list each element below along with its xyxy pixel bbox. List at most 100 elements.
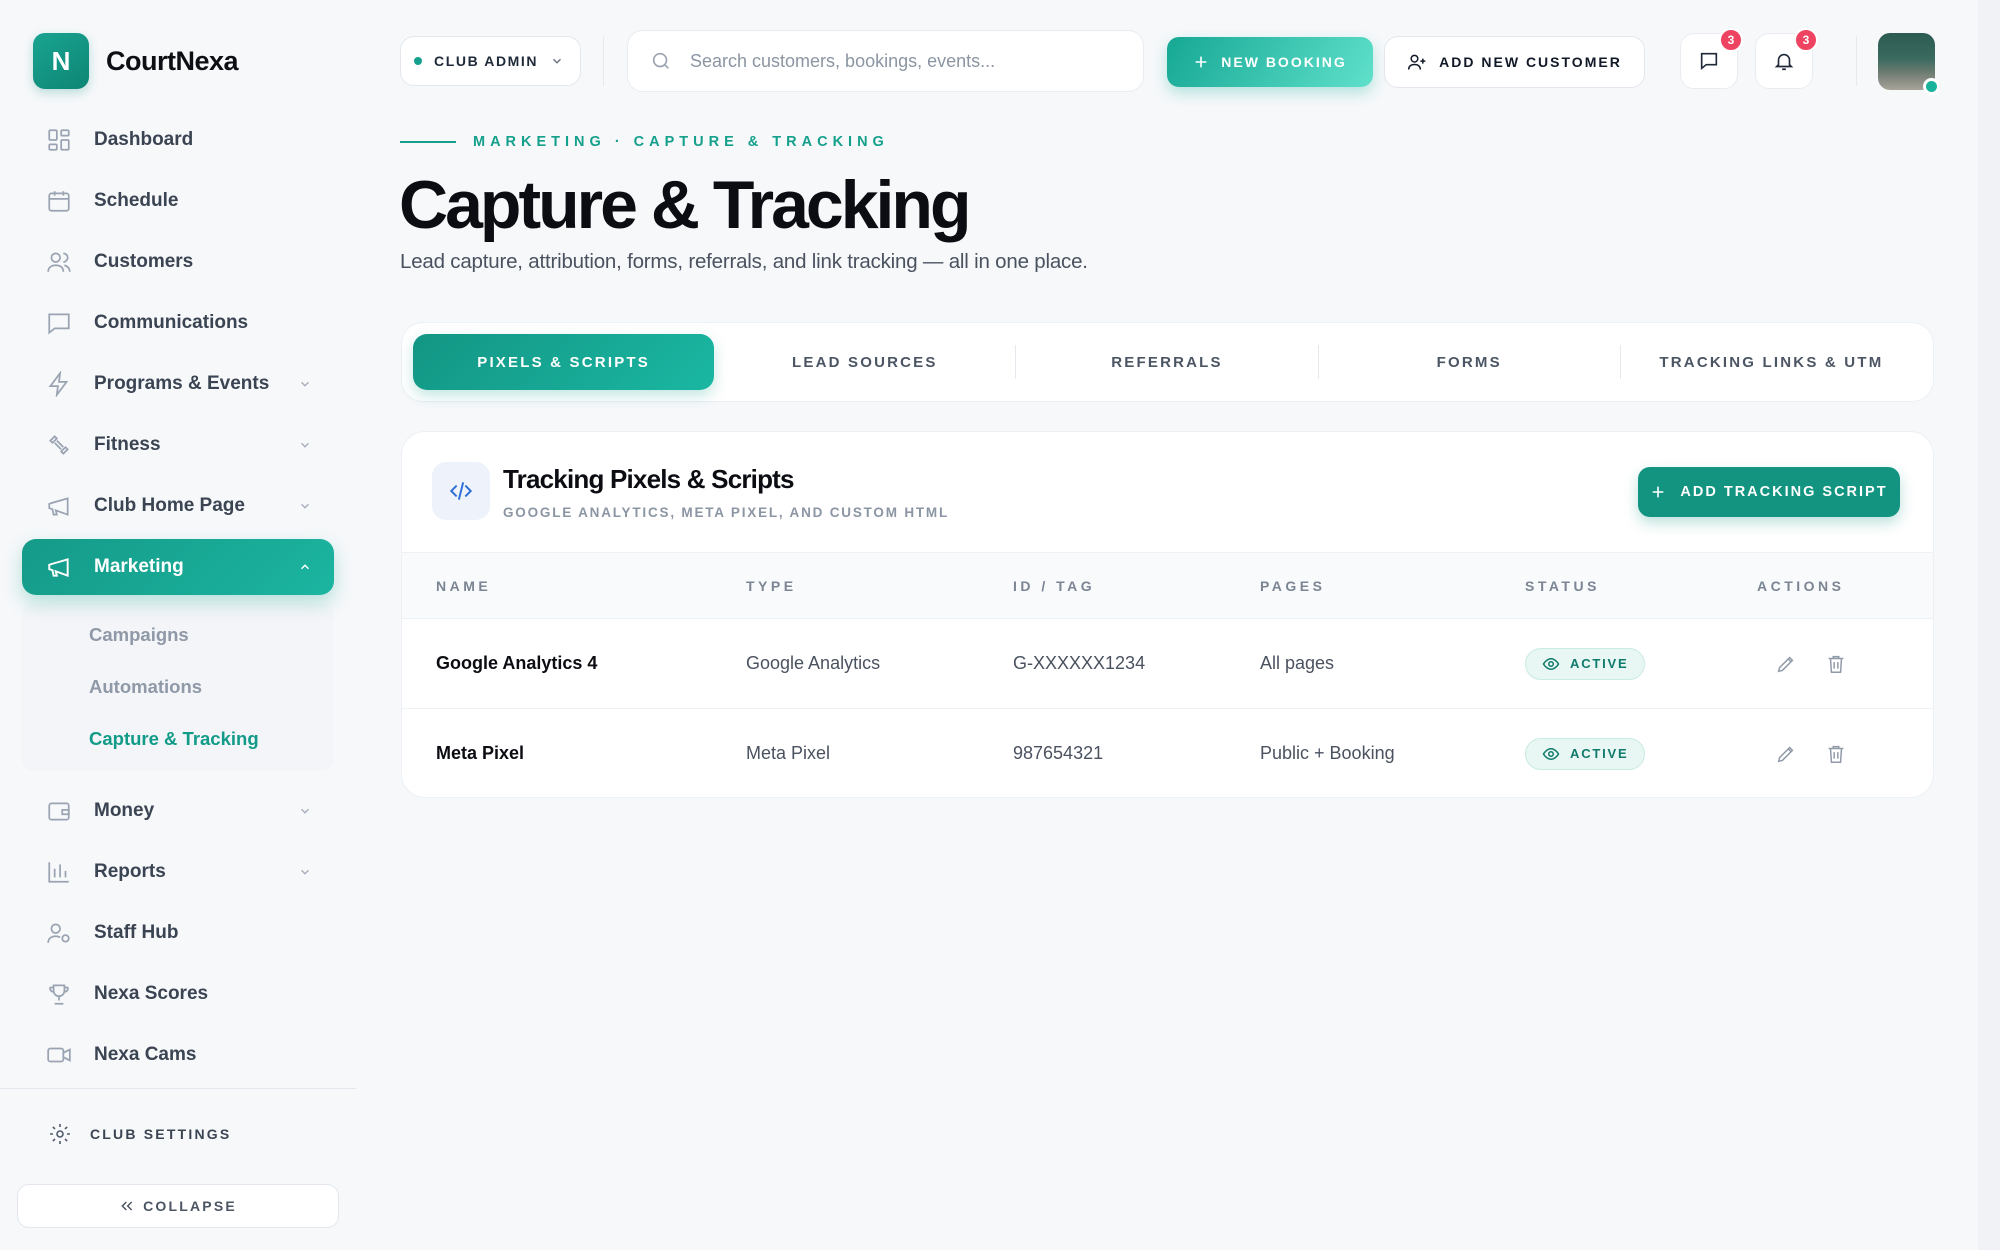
messages-count-badge: 3 — [1719, 28, 1743, 52]
delete-trash-icon[interactable] — [1825, 653, 1847, 675]
notifications-count-badge: 3 — [1794, 28, 1818, 52]
sidebar-item-label: Reports — [94, 861, 166, 882]
sidebar-item-label: Fitness — [94, 434, 161, 455]
search-icon — [652, 52, 669, 69]
script-pages: All pages — [1260, 653, 1335, 673]
sidebar-item-schedule[interactable]: Schedule — [22, 173, 334, 229]
table-header-row: NAME TYPE ID / TAG PAGES STATUS ACTIONS — [402, 552, 1933, 619]
sidebar-item-label: Communications — [94, 312, 249, 333]
add-customer-button[interactable]: ADD NEW CUSTOMER — [1384, 36, 1645, 88]
script-id-tag: 987654321 — [1013, 743, 1104, 764]
sidebar-item-programs-events[interactable]: Programs & Events — [22, 356, 334, 412]
sidebar-item-customers[interactable]: Customers — [22, 234, 334, 290]
script-type: Meta Pixel — [746, 743, 831, 764]
tab-pixels-scripts[interactable]: PIXELS & SCRIPTS — [413, 334, 715, 390]
users-icon — [47, 252, 71, 272]
table-row[interactable]: Meta Pixel Meta Pixel 987654321 Public +… — [402, 709, 1933, 798]
delete-trash-icon[interactable] — [1825, 743, 1847, 765]
add-tracking-script-button[interactable]: ADD TRACKING SCRIPT — [1638, 467, 1900, 517]
column-header-name[interactable]: NAME — [402, 553, 746, 619]
column-header-status[interactable]: STATUS — [1525, 553, 1757, 619]
subnav-item-capture-tracking[interactable]: Capture & Tracking — [22, 713, 334, 765]
dashboard-grid-icon — [48, 129, 70, 151]
sidebar-item-nexa-cams[interactable]: Nexa Cams — [22, 1027, 334, 1083]
chevron-down-icon — [301, 869, 309, 875]
wallet-icon — [48, 802, 70, 821]
page-title: Capture & Tracking — [399, 167, 971, 243]
tab-forms[interactable]: FORMS — [1319, 334, 1620, 390]
breadcrumb-text: MARKETING · CAPTURE & TRACKING — [473, 134, 889, 150]
edit-pencil-icon[interactable] — [1775, 653, 1797, 675]
sidebar-item-label: Club Home Page — [94, 495, 245, 516]
column-header-actions: ACTIONS — [1757, 577, 1845, 594]
sidebar-item-money[interactable]: Money — [22, 783, 334, 839]
tracking-scripts-card: Tracking Pixels & Scripts GOOGLE ANALYTI… — [401, 431, 1934, 798]
tab-tracking-links-utm[interactable]: TRACKING LINKS & UTM — [1621, 334, 1922, 390]
new-booking-label: NEW BOOKING — [1221, 54, 1347, 70]
message-icon — [1700, 52, 1718, 71]
add-customer-label: ADD NEW CUSTOMER — [1439, 54, 1622, 70]
trophy-icon — [49, 984, 69, 1005]
sidebar-item-label: Staff Hub — [94, 922, 179, 943]
scrollbar-track[interactable] — [1978, 0, 2000, 1250]
script-name: Google Analytics 4 — [436, 653, 598, 673]
column-header-type[interactable]: TYPE — [746, 553, 1013, 619]
table-row[interactable]: Google Analytics 4 Google Analytics G-XX… — [402, 619, 1933, 709]
calendar-icon — [48, 191, 70, 212]
sidebar-item-fitness[interactable]: Fitness — [22, 417, 334, 473]
row-actions — [1757, 653, 1933, 675]
brand[interactable]: N CourtNexa — [33, 33, 239, 89]
sidebar-item-dashboard[interactable]: Dashboard — [22, 112, 334, 168]
subnav-item-automations[interactable]: Automations — [22, 661, 334, 713]
search-input[interactable] — [690, 50, 1110, 72]
role-label: CLUB ADMIN — [434, 53, 539, 69]
status-badge: ACTIVE — [1525, 647, 1646, 680]
club-settings-label: CLUB SETTINGS — [90, 1126, 232, 1142]
tab-lead-sources[interactable]: LEAD SOURCES — [714, 334, 1015, 390]
page-subtitle: Lead capture, attribution, forms, referr… — [400, 250, 1088, 273]
script-name: Meta Pixel — [436, 743, 525, 764]
sidebar-item-staff-hub[interactable]: Staff Hub — [22, 905, 334, 961]
lightning-icon — [48, 371, 69, 397]
sidebar-item-nexa-scores[interactable]: Nexa Scores — [22, 966, 334, 1022]
notifications-button[interactable]: 3 — [1755, 28, 1818, 89]
video-camera-icon — [47, 1047, 71, 1063]
code-icon — [449, 482, 473, 500]
gear-icon — [50, 1124, 70, 1144]
sidebar-item-club-home-page[interactable]: Club Home Page — [22, 478, 334, 534]
chevron-down-icon — [301, 442, 309, 448]
sidebar-item-communications[interactable]: Communications — [22, 295, 334, 351]
chevron-up-icon — [301, 564, 309, 570]
bar-chart-icon — [48, 862, 69, 883]
row-actions — [1757, 743, 1933, 765]
breadcrumb: MARKETING · CAPTURE & TRACKING — [400, 134, 889, 150]
dumbbell-icon — [49, 435, 69, 455]
online-status-dot — [1923, 78, 1940, 95]
plus-icon — [1653, 486, 1664, 498]
role-selector[interactable]: CLUB ADMIN — [400, 36, 581, 86]
chevron-down-icon — [301, 503, 309, 509]
eyebrow-line — [400, 141, 456, 143]
column-header-id-tag[interactable]: ID / TAG — [1013, 553, 1260, 619]
chevron-down-icon — [301, 808, 309, 814]
tab-bar: PIXELS & SCRIPTS LEAD SOURCES REFERRALS … — [401, 322, 1934, 402]
status-label: ACTIVE — [1570, 746, 1629, 762]
chevron-down-icon — [301, 381, 309, 387]
collapse-sidebar-button[interactable]: COLLAPSE — [17, 1184, 339, 1228]
edit-pencil-icon[interactable] — [1775, 743, 1797, 765]
marketing-subnav: Campaigns Automations Capture & Tracking — [22, 603, 334, 771]
avatar[interactable] — [1878, 33, 1940, 95]
sidebar-item-label: Money — [94, 800, 155, 821]
column-header-pages[interactable]: PAGES — [1260, 553, 1525, 619]
role-status-dot — [414, 57, 422, 65]
club-settings-link[interactable]: CLUB SETTINGS — [48, 1122, 231, 1146]
tab-referrals[interactable]: REFERRALS — [1016, 334, 1317, 390]
new-booking-button[interactable]: NEW BOOKING — [1167, 37, 1373, 87]
messages-button[interactable]: 3 — [1680, 28, 1743, 89]
code-icon-tile — [432, 462, 490, 520]
search-bar[interactable] — [627, 30, 1144, 92]
sidebar-item-marketing[interactable]: Marketing — [22, 539, 334, 595]
card-title: Tracking Pixels & Scripts — [503, 464, 795, 494]
sidebar-item-reports[interactable]: Reports — [22, 844, 334, 900]
subnav-item-campaigns[interactable]: Campaigns — [22, 609, 334, 661]
